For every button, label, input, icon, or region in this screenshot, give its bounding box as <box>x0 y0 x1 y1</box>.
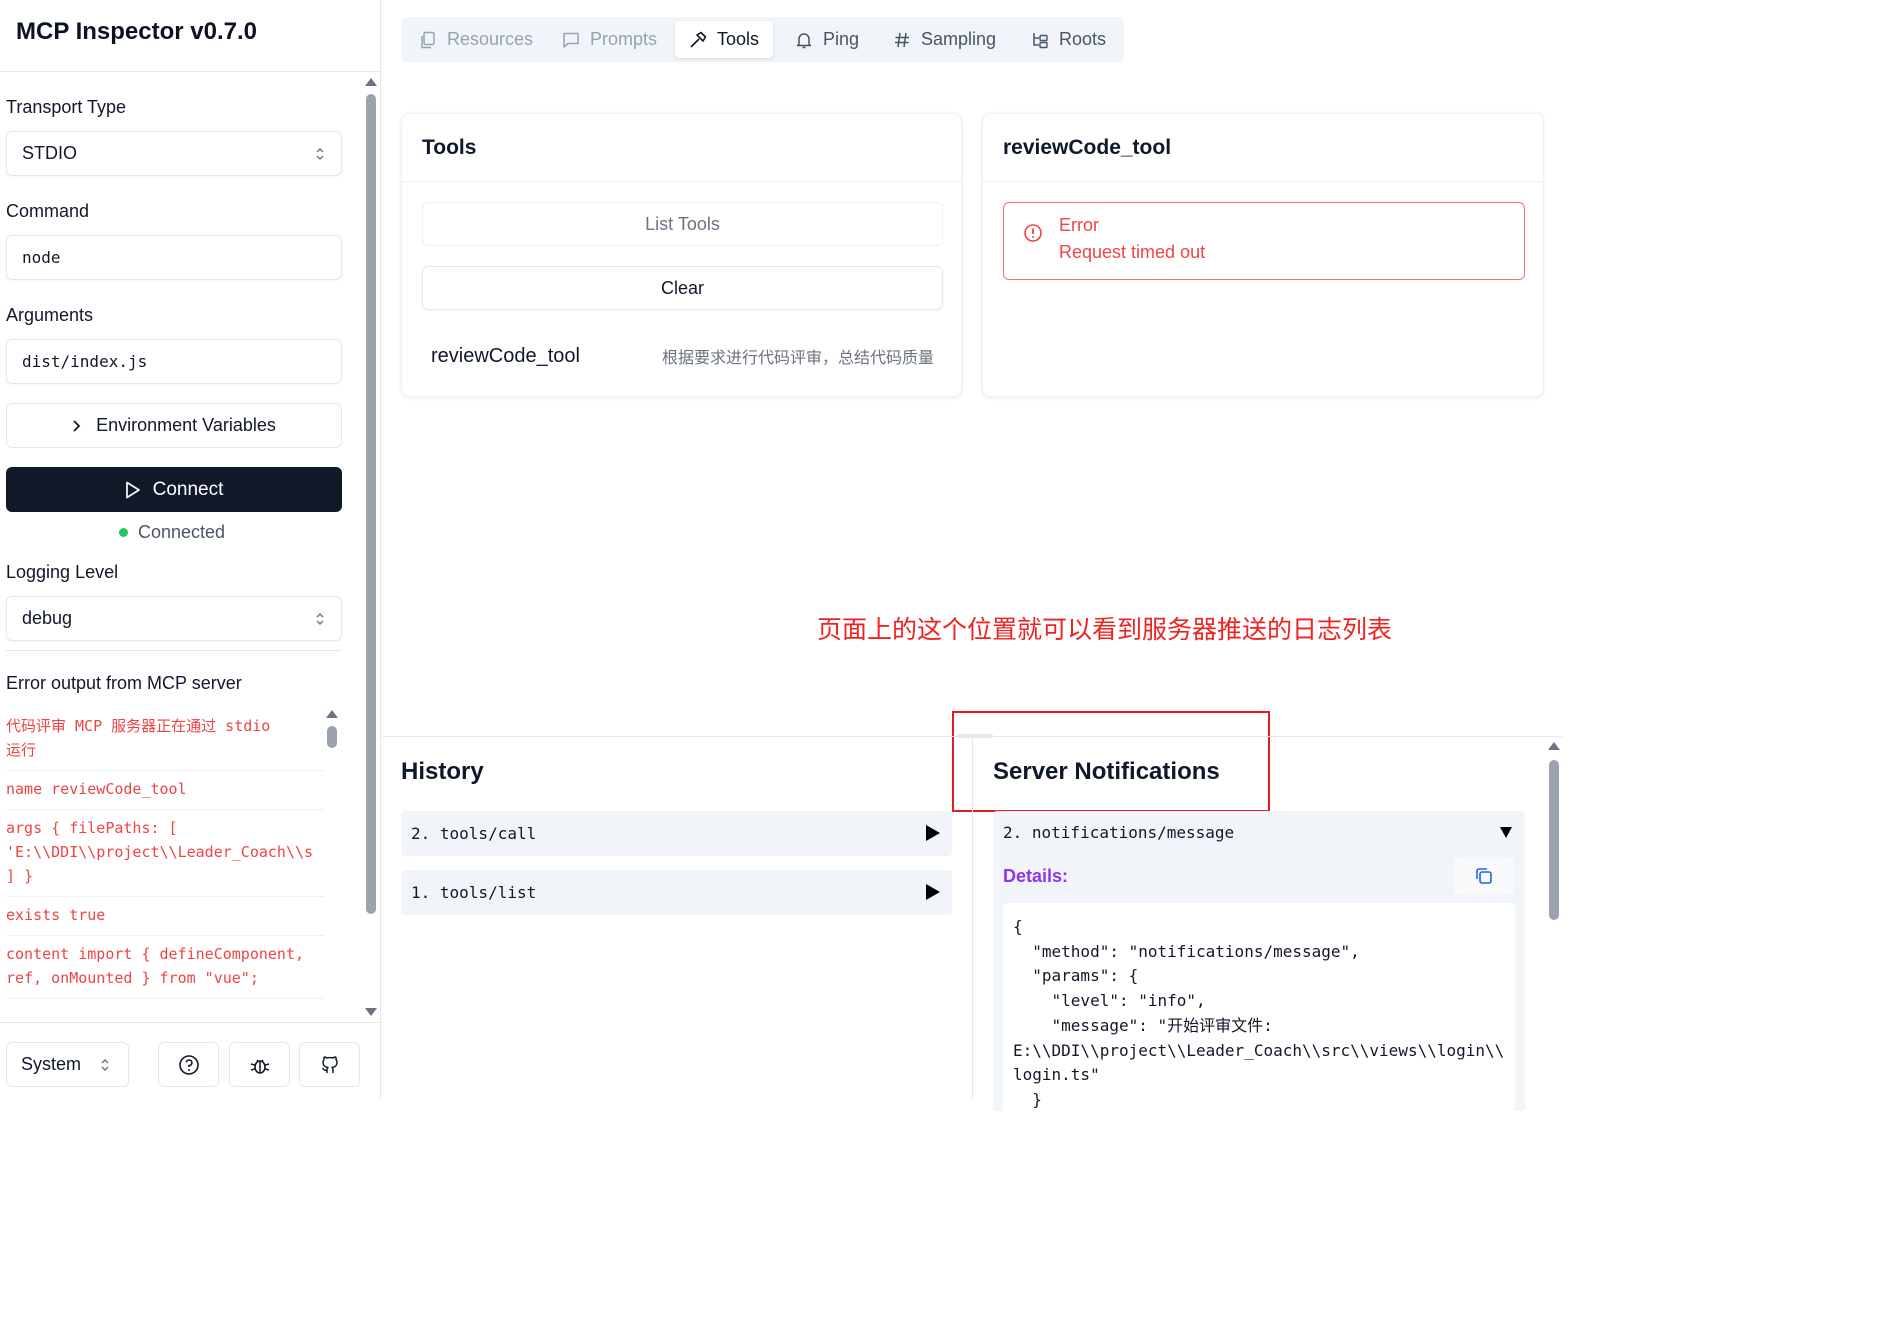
footer-divider <box>0 1022 380 1023</box>
sidebar-scrollbar[interactable] <box>364 74 378 1022</box>
stderr-line: name reviewCode_tool <box>6 771 324 810</box>
history-item-label: 2. tools/call <box>411 824 537 843</box>
history-item-label: 1. tools/list <box>411 883 537 902</box>
files-icon <box>421 31 435 48</box>
tool-detail-panel: reviewCode_tool Error Request timed out <box>982 113 1544 397</box>
header-divider <box>0 71 380 72</box>
transport-type-select[interactable]: STDIO <box>6 131 342 176</box>
copy-icon <box>1476 868 1492 884</box>
tab-label: Ping <box>823 29 860 49</box>
connection-status: Connected <box>119 522 225 543</box>
folder-tree-icon <box>1033 32 1048 48</box>
notification-label[interactable]: 2. notifications/message <box>1003 823 1234 842</box>
stderr-line: 代码评审 MCP 服务器正在通过 stdio 运行 <box>6 708 324 771</box>
tab-prompts[interactable]: Prompts <box>548 21 671 58</box>
main-tabs: Resources Prompts Tools Ping Sampling Ro… <box>401 17 1124 62</box>
tab-ping[interactable]: Ping <box>781 21 873 58</box>
main-scrollbar[interactable] <box>1546 740 1562 1099</box>
tool-description: 根据要求进行代码评审，总结代码质量 <box>661 350 934 367</box>
tab-label: Roots <box>1059 29 1107 49</box>
sidebar: MCP Inspector v0.7.0 Transport Type STDI… <box>0 0 381 1099</box>
tool-detail-title: reviewCode_tool <box>1003 136 1172 159</box>
clear-button[interactable]: Clear <box>422 266 943 310</box>
list-tools-button[interactable]: List Tools <box>422 202 943 246</box>
error-alert: Error Request timed out <box>1003 202 1525 280</box>
github-button[interactable] <box>299 1042 360 1087</box>
arguments-label: Arguments <box>6 305 94 325</box>
hammer-icon <box>690 31 707 48</box>
transport-type-label: Transport Type <box>6 97 127 117</box>
sidebar-divider <box>6 650 342 651</box>
transport-type-value: STDIO <box>22 143 78 163</box>
tab-sampling[interactable]: Sampling <box>879 21 1010 58</box>
theme-value: System <box>21 1054 82 1074</box>
environment-variables-button[interactable]: Environment Variables <box>6 403 342 448</box>
environment-variables-label: Environment Variables <box>96 415 276 435</box>
tab-roots[interactable]: Roots <box>1017 21 1120 58</box>
message-square-icon <box>563 32 579 48</box>
tab-label: Tools <box>717 29 760 49</box>
logging-level-value: debug <box>22 608 73 628</box>
bell-icon <box>796 32 812 48</box>
connect-button[interactable]: Connect <box>6 467 342 512</box>
chevron-right-icon <box>73 419 81 432</box>
expand-arrow-icon <box>926 825 940 841</box>
bottom-panel-split <box>972 737 973 1099</box>
copy-button[interactable] <box>1454 857 1514 895</box>
bug-report-button[interactable] <box>229 1042 290 1087</box>
tab-label: Sampling <box>921 29 997 49</box>
stderr-line: exists true <box>6 897 324 936</box>
hash-icon <box>895 32 909 47</box>
github-icon <box>321 1055 338 1073</box>
error-title: Error <box>1059 215 1099 235</box>
help-button[interactable] <box>158 1042 219 1087</box>
connect-label: Connect <box>152 478 224 500</box>
error-message: Request timed out <box>1059 242 1206 262</box>
tools-panel-title: Tools <box>422 136 477 159</box>
expand-arrow-icon <box>926 884 940 900</box>
logging-level-select[interactable]: debug <box>6 596 342 641</box>
stderr-line: content import { defineComponent, ref, o… <box>6 936 324 999</box>
tab-label: Resources <box>447 29 534 49</box>
status-text: Connected <box>138 522 226 542</box>
stderr-title: Error output from MCP server <box>6 673 242 693</box>
panel-divider <box>402 181 961 182</box>
stderr-line: args { filePaths: [ 'E:\\DDI\\project\\L… <box>6 810 324 897</box>
annotation-text: 页面上的这个位置就可以看到服务器推送的日志列表 <box>817 616 1393 644</box>
alert-circle-icon <box>1024 224 1042 242</box>
resize-handle[interactable] <box>957 734 993 738</box>
server-notifications-title: Server Notifications <box>993 758 1220 785</box>
arguments-input[interactable]: dist/index.js <box>6 339 342 384</box>
stderr-scrollbar[interactable] <box>326 708 338 1020</box>
tool-name: reviewCode_tool <box>431 344 580 367</box>
history-item[interactable]: 2. tools/call <box>401 811 952 856</box>
status-dot <box>119 528 128 537</box>
collapse-arrow-icon[interactable] <box>1500 827 1512 838</box>
command-input[interactable]: node <box>6 235 342 280</box>
history-item[interactable]: 1. tools/list <box>401 870 952 915</box>
tab-tools[interactable]: Tools <box>675 21 774 58</box>
notification-item: 2. notifications/message Details: { "met… <box>993 811 1525 1123</box>
bug-icon <box>250 1059 269 1074</box>
panel-divider <box>983 181 1543 182</box>
play-icon <box>125 481 140 498</box>
tab-label: Prompts <box>590 29 658 49</box>
command-label: Command <box>6 201 90 221</box>
logging-level-label: Logging Level <box>6 562 119 582</box>
history-title: History <box>401 758 484 785</box>
help-icon <box>178 1054 199 1075</box>
tools-panel: Tools List Tools Clear reviewCode_tool 根… <box>401 113 962 397</box>
tool-list-item[interactable]: reviewCode_tool 根据要求进行代码评审，总结代码质量 <box>422 332 943 380</box>
notification-json: { "method": "notifications/message", "pa… <box>1003 903 1515 1123</box>
theme-select[interactable]: System <box>6 1042 129 1087</box>
chevron-updown-icon <box>316 613 324 625</box>
app-title: MCP Inspector v0.7.0 <box>16 18 257 45</box>
tab-resources[interactable]: Resources <box>405 21 547 58</box>
details-label: Details: <box>1003 866 1069 886</box>
chevron-updown-icon <box>316 148 324 160</box>
stderr-output-list[interactable]: 代码评审 MCP 服务器正在通过 stdio 运行 name reviewCod… <box>6 708 324 1020</box>
chevron-updown-icon <box>101 1059 109 1071</box>
